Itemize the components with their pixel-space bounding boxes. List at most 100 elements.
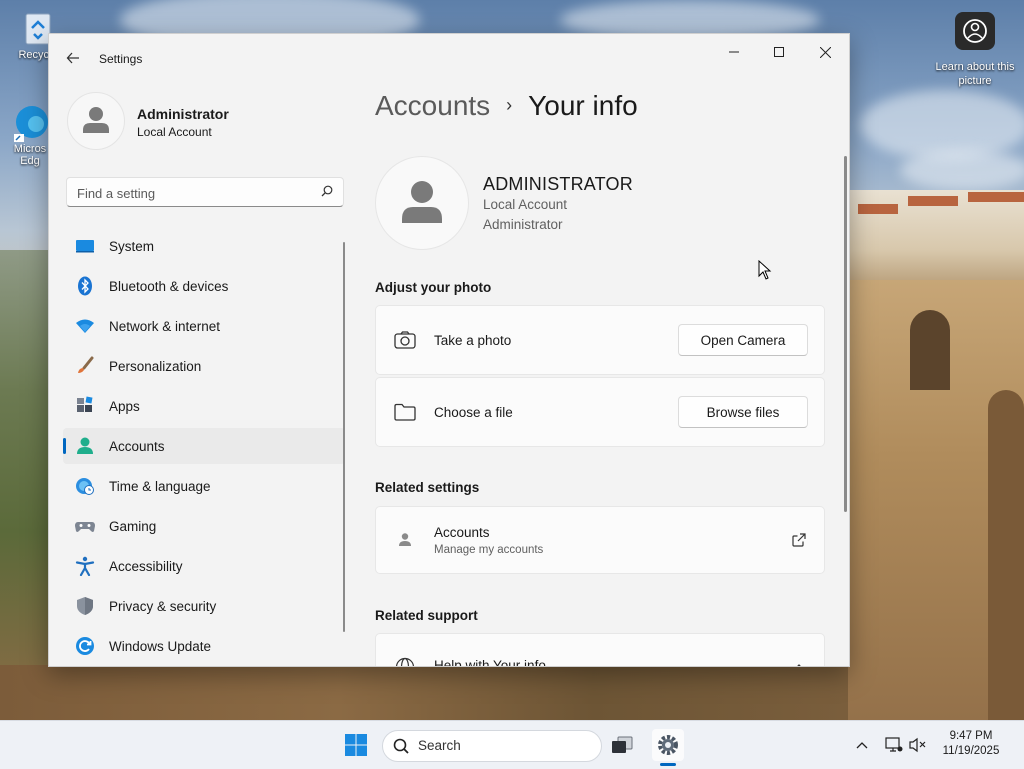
sidebar-item-label: Accessibility: [109, 559, 183, 574]
search-icon[interactable]: [321, 185, 333, 197]
sidebar-item-label: System: [109, 239, 155, 254]
mouse-cursor: [758, 259, 772, 285]
profile-account-type: Local Account: [137, 125, 212, 139]
sidebar-item-label: Gaming: [109, 519, 157, 534]
folder-icon: [394, 401, 416, 423]
taskbar-search-box[interactable]: Search: [382, 730, 602, 762]
apps-icon: [75, 396, 95, 416]
sidebar-item-label: Network & internet: [109, 319, 221, 334]
edge-icon: [14, 106, 48, 142]
maximize-button[interactable]: [763, 42, 795, 62]
maximize-icon: [774, 47, 784, 57]
main-scrollbar[interactable]: [844, 156, 847, 512]
search-icon: [393, 738, 409, 754]
take-photo-label: Take a photo: [434, 333, 512, 348]
related-accounts-card[interactable]: Accounts Manage my accounts: [375, 506, 825, 574]
accounts-icon: [75, 436, 95, 456]
sidebar-item-windows-update[interactable]: Windows Update: [63, 628, 345, 664]
sidebar-item-personalization[interactable]: Personalization: [63, 348, 345, 384]
profile-avatar[interactable]: [67, 92, 125, 150]
breadcrumb: Accounts › Your info: [375, 90, 638, 122]
sidebar-item-privacy-security[interactable]: Privacy & security: [63, 588, 345, 624]
clock-time: 9:47 PM: [949, 730, 993, 742]
start-button[interactable]: [344, 733, 368, 757]
choose-file-label: Choose a file: [434, 405, 513, 420]
sidebar-item-time-language[interactable]: Time & language: [63, 468, 345, 504]
sidebar-item-apps[interactable]: Apps: [63, 388, 345, 424]
learn-about-picture-label: Learn about this picture: [935, 61, 1015, 87]
sidebar-item-accounts[interactable]: Accounts: [63, 428, 345, 464]
sidebar-item-label: Windows Update: [109, 639, 212, 654]
sidebar-item-label: Privacy & security: [109, 599, 217, 614]
display-network-icon: [885, 737, 903, 752]
chevron-up-icon: [856, 742, 868, 749]
taskbar: Search 9:47 PM 11/19/2025: [0, 720, 1024, 769]
sidebar-item-label: Accounts: [109, 439, 165, 454]
sidebar-item-network[interactable]: Network & internet: [63, 308, 345, 344]
related-support-heading: Related support: [375, 608, 478, 623]
sidebar-item-accessibility[interactable]: Accessibility: [63, 548, 345, 584]
minimize-button[interactable]: [718, 42, 750, 62]
active-app-indicator: [660, 763, 676, 766]
sidebar-item-label: Apps: [109, 399, 140, 414]
learn-about-picture-button[interactable]: [955, 12, 995, 50]
sidebar-nav: System Bluetooth & devices Network & int…: [63, 228, 345, 666]
task-view-button[interactable]: [606, 729, 638, 761]
user-account-type: Local Account: [483, 197, 568, 212]
settings-search-box[interactable]: [66, 177, 344, 208]
close-icon: [819, 46, 831, 58]
back-arrow-icon: [66, 52, 79, 64]
show-hidden-icons-button[interactable]: [852, 735, 872, 755]
sidebar-item-label: Bluetooth & devices: [109, 279, 229, 294]
settings-search-input[interactable]: [75, 178, 319, 208]
gamepad-icon: [75, 516, 95, 536]
bluetooth-icon: [75, 276, 95, 296]
windows-logo-icon: [345, 734, 367, 756]
choose-file-card: Choose a file Browse files: [375, 377, 825, 447]
sidebar-scrollbar[interactable]: [343, 242, 345, 632]
user-role: Administrator: [483, 217, 563, 232]
cursor-icon: [758, 259, 772, 280]
system-icon: [75, 236, 95, 256]
sidebar-item-label: Time & language: [109, 479, 211, 494]
system-clock[interactable]: 9:47 PM 11/19/2025: [930, 729, 1012, 759]
clock-date: 11/19/2025: [942, 745, 1000, 757]
sidebar-item-gaming[interactable]: Gaming: [63, 508, 345, 544]
breadcrumb-separator: ›: [506, 95, 513, 115]
wallpaper-town: [848, 190, 1024, 290]
speaker-muted-icon: [909, 737, 926, 753]
back-button[interactable]: [61, 46, 85, 70]
open-camera-button[interactable]: Open Camera: [678, 324, 808, 356]
person-icon: [83, 107, 109, 133]
sidebar-item-bluetooth[interactable]: Bluetooth & devices: [63, 268, 345, 304]
camera-lens-icon: [963, 19, 987, 43]
browse-files-button[interactable]: Browse files: [678, 396, 808, 428]
page-title: Your info: [528, 90, 638, 121]
person-icon: [402, 181, 442, 223]
brush-icon: [75, 356, 95, 376]
sidebar-item-system[interactable]: System: [63, 228, 345, 264]
breadcrumb-parent[interactable]: Accounts: [375, 90, 490, 121]
chevron-up-icon: [788, 656, 810, 666]
camera-icon: [394, 329, 416, 351]
minimize-icon: [729, 51, 739, 53]
settings-window: Settings Administrator Local Account Fin…: [48, 33, 850, 667]
help-card[interactable]: Help with Your info: [375, 633, 825, 666]
external-link-icon: [788, 529, 810, 551]
volume-tray-button[interactable]: [908, 735, 928, 755]
user-display-name: ADMINISTRATOR: [483, 174, 633, 194]
network-tray-button[interactable]: [884, 735, 904, 755]
task-view-icon: [612, 736, 633, 753]
taskbar-search-label: Search: [418, 738, 461, 753]
close-button[interactable]: [809, 42, 841, 62]
taskbar-settings-app[interactable]: [652, 729, 684, 761]
accessibility-icon: [75, 556, 95, 576]
settings-gear-icon: [658, 735, 678, 755]
related-accounts-subtitle: Manage my accounts: [434, 544, 544, 556]
title-bar[interactable]: Settings: [49, 34, 849, 82]
related-settings-heading: Related settings: [375, 480, 480, 495]
related-accounts-title: Accounts: [434, 525, 490, 540]
app-title: Settings: [99, 52, 143, 66]
globe-clock-icon: [75, 476, 95, 496]
globe-icon: [394, 656, 416, 666]
